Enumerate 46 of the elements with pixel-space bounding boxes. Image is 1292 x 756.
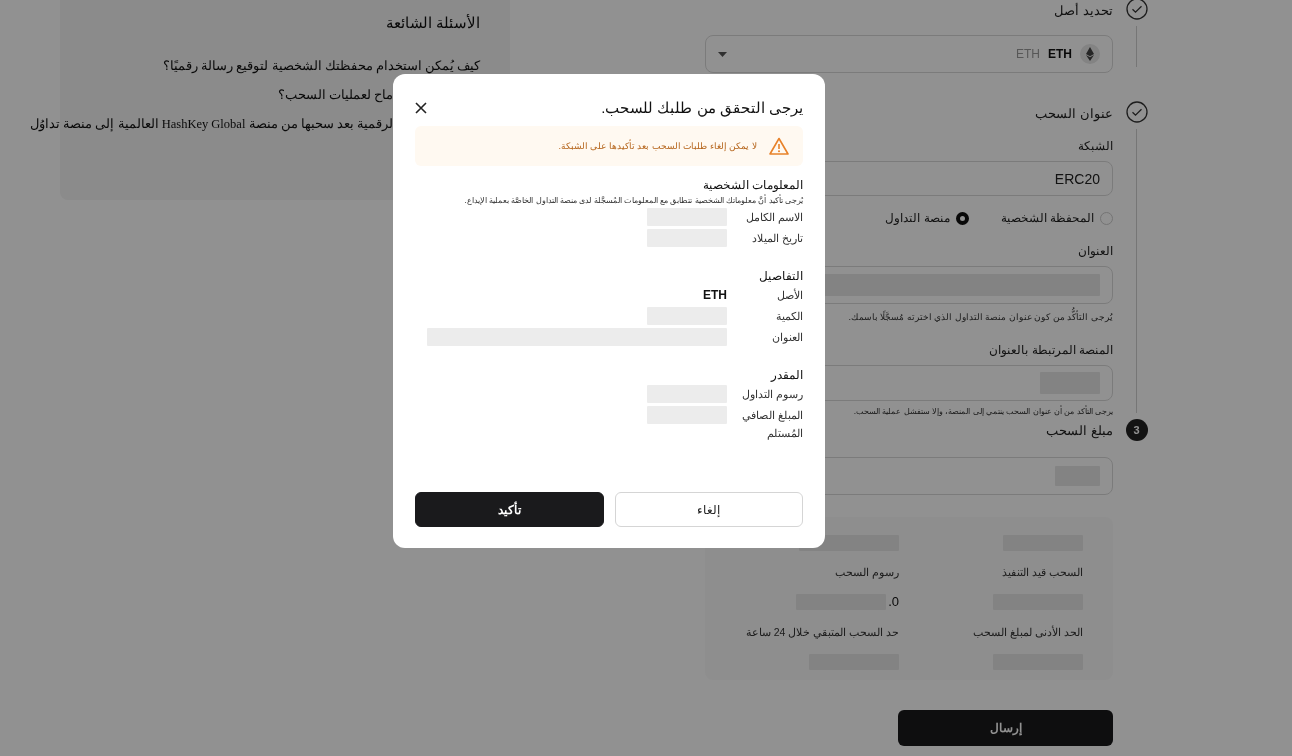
submit-button[interactable]: إرسال [898,709,1113,746]
faq-title: الأسئلة الشائعة [386,14,480,32]
summary-label: السحب قيد التنفيذ [1001,565,1083,580]
section-title: التفاصيل [759,269,803,283]
detail-label: العنوان [771,330,803,346]
step-title: عنوان السحب [1035,105,1113,121]
field-label: العنوان [1078,244,1113,258]
faq-question-link[interactable]: لرقمية بعد سحبها من منصة HashKey Global العالمية إلى منصة تداوُل [30,116,393,132]
detail-label: المبلغ الصافي المُستلم [741,408,803,442]
confirm-button[interactable]: تأكيد [415,492,604,527]
detail-label: الاسم الكامل [745,210,803,226]
field-hint: يرجى التأكد من أن عنوان السحب ينتمي إلى المنصة، وإلا ستفشل عملية السحب. [853,404,1113,419]
detail-label: الأصل [776,287,803,303]
summary-label: رسوم السحب [834,565,899,581]
field-label: المنصة المرتبطة بالعنوان [989,343,1113,358]
cancel-button[interactable]: إلغاء [614,492,803,527]
ethereum-icon [1080,44,1100,64]
asset-name: ETH [1048,47,1072,61]
summary-label: حد السحب المتبقي خلال 24 ساعة [744,625,899,641]
section-title: المقدر [771,368,803,382]
faq-question-link[interactable]: كيف يُمكن استخدام محفظتك الشخصية لتوقيع رسالة رقميًا؟ [163,58,480,74]
warning-text: لا يمكن إلغاء طلبات السحب بعد تأكيدها على الشبكة. [558,141,757,151]
section-title: المعلومات الشخصية [702,178,803,192]
detail-label: الكمية [775,309,803,324]
step-title: مبلغ السحب [1046,423,1113,439]
close-button[interactable] [415,102,427,114]
summary-value: 0. [888,594,899,610]
radio-option[interactable]: المحفظة الشخصية [1000,211,1113,225]
field-label: الشبكة [1078,139,1113,153]
dialog-title: يرجى التحقق من طلبك للسحب. [601,99,803,117]
check-circle-icon [1125,101,1148,123]
asset-select[interactable]: ETH ETH [705,35,1113,73]
detail-value: ETH [703,287,727,304]
step-title: تحديد أصل [1054,2,1113,18]
caret-down-icon [718,51,727,57]
faq-question-link[interactable]: ماح لعمليات السحب؟ [277,87,393,103]
warning-icon [769,137,789,155]
radio-option[interactable]: منصة التداول [885,211,969,225]
detail-label: رسوم التداول [741,387,803,403]
summary-label: الحد الأدنى لمبلغ السحب [972,625,1083,641]
close-icon [415,102,427,114]
section-note: يُرجى تأكيد أنَّ معلوماتك الشخصية تتطابق مع المعلومات المُسجَّلة لدى منصة التداول الخاصَّة بعملية الإيداع. [464,195,803,205]
step-number: 3 [1125,418,1148,441]
detail-label: تاريخ الميلاد [751,231,803,247]
asset-symbol: ETH [1016,47,1040,61]
network-value: ERC20 [1054,170,1100,187]
